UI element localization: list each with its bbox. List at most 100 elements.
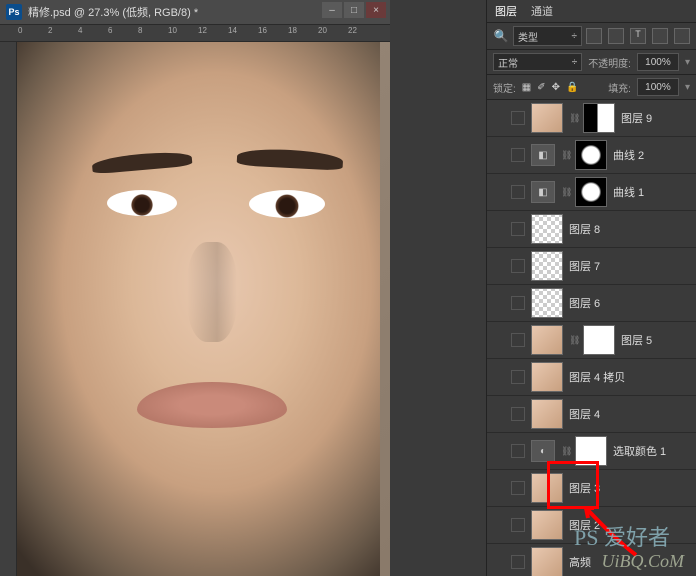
visibility-toggle[interactable] bbox=[491, 407, 505, 421]
layer-hp[interactable]: 高频 bbox=[487, 544, 696, 576]
link-box[interactable] bbox=[511, 185, 525, 199]
layer-name[interactable]: 选取颜色 1 bbox=[613, 443, 666, 459]
layer-l5[interactable]: ⛓ 图层 5 bbox=[487, 322, 696, 359]
layer-mask-thumbnail[interactable] bbox=[575, 436, 607, 466]
link-box[interactable] bbox=[511, 555, 525, 569]
link-box[interactable] bbox=[511, 407, 525, 421]
titlebar: Ps 精修.psd @ 27.3% (低频, RGB/8) * – □ × bbox=[0, 0, 390, 24]
visibility-toggle[interactable] bbox=[491, 111, 505, 125]
opacity-value[interactable]: 100% bbox=[637, 53, 679, 71]
visibility-toggle[interactable] bbox=[491, 296, 505, 310]
minimize-button[interactable]: – bbox=[322, 2, 342, 18]
layer-thumbnail[interactable] bbox=[531, 103, 563, 133]
layer-thumbnail[interactable] bbox=[531, 362, 563, 392]
link-box[interactable] bbox=[511, 518, 525, 532]
visibility-toggle[interactable] bbox=[491, 370, 505, 384]
layer-mask-thumbnail[interactable] bbox=[583, 103, 615, 133]
canvas[interactable] bbox=[17, 42, 390, 576]
layer-name[interactable]: 曲线 1 bbox=[613, 184, 644, 200]
link-box[interactable] bbox=[511, 481, 525, 495]
layer-name[interactable]: 图层 8 bbox=[569, 221, 600, 237]
layer-name[interactable]: 图层 2 bbox=[569, 517, 600, 533]
link-box[interactable] bbox=[511, 296, 525, 310]
link-box[interactable] bbox=[511, 333, 525, 347]
layer-name[interactable]: 图层 4 bbox=[569, 406, 600, 422]
adjustment-icon: ◧ bbox=[531, 181, 555, 203]
ruler-vertical bbox=[0, 42, 17, 576]
layer-mask-thumbnail[interactable] bbox=[583, 325, 615, 355]
layer-l9[interactable]: ⛓ 图层 9 bbox=[487, 100, 696, 137]
layer-mask-thumbnail[interactable] bbox=[575, 177, 607, 207]
layer-l3[interactable]: 图层 3 bbox=[487, 470, 696, 507]
mask-link-icon[interactable]: ⛓ bbox=[569, 113, 577, 124]
layer-l4[interactable]: 图层 4 bbox=[487, 396, 696, 433]
visibility-toggle[interactable] bbox=[491, 148, 505, 162]
maximize-button[interactable]: □ bbox=[344, 2, 364, 18]
search-icon[interactable]: 🔍 bbox=[493, 28, 509, 44]
blend-mode-select[interactable]: 正常÷ bbox=[493, 53, 582, 71]
mask-link-icon[interactable]: ⛓ bbox=[561, 446, 569, 457]
document-title: 精修.psd @ 27.3% (低频, RGB/8) * bbox=[28, 4, 198, 20]
layer-name[interactable]: 图层 4 拷贝 bbox=[569, 369, 625, 385]
lock-all-icon[interactable]: 🔒 bbox=[566, 82, 578, 93]
opacity-label: 不透明度: bbox=[588, 55, 631, 70]
link-box[interactable] bbox=[511, 259, 525, 273]
layer-thumbnail[interactable] bbox=[531, 399, 563, 429]
layer-thumbnail[interactable] bbox=[531, 288, 563, 318]
tab-channels[interactable]: 通道 bbox=[531, 3, 553, 19]
filter-type-select[interactable]: 类型 ÷ bbox=[513, 26, 582, 46]
filter-smart-icon[interactable] bbox=[674, 28, 690, 44]
layer-name[interactable]: 图层 6 bbox=[569, 295, 600, 311]
layer-thumbnail[interactable] bbox=[531, 214, 563, 244]
visibility-toggle[interactable] bbox=[491, 259, 505, 273]
fill-value[interactable]: 100% bbox=[637, 78, 679, 96]
mask-link-icon[interactable]: ⛓ bbox=[561, 150, 569, 161]
layer-c2[interactable]: ◧⛓曲线 2 bbox=[487, 137, 696, 174]
layer-mask-thumbnail[interactable] bbox=[575, 140, 607, 170]
visibility-toggle[interactable] bbox=[491, 185, 505, 199]
lock-move-icon[interactable]: ✥ bbox=[552, 82, 560, 93]
layer-thumbnail[interactable] bbox=[531, 547, 563, 576]
layer-name[interactable]: 高频 bbox=[569, 554, 591, 570]
layer-name[interactable]: 图层 9 bbox=[621, 110, 652, 126]
link-box[interactable] bbox=[511, 370, 525, 384]
tab-layers[interactable]: 图层 bbox=[495, 3, 517, 19]
link-box[interactable] bbox=[511, 111, 525, 125]
link-box[interactable] bbox=[511, 444, 525, 458]
app-icon: Ps bbox=[6, 4, 22, 20]
layer-l8[interactable]: 图层 8 bbox=[487, 211, 696, 248]
layer-name[interactable]: 曲线 2 bbox=[613, 147, 644, 163]
visibility-toggle[interactable] bbox=[491, 444, 505, 458]
layers-panel: 图层 通道 🔍 类型 ÷ T 正常÷ 不透明度: 100% ▾ 锁定: ▦ ✐ … bbox=[486, 0, 696, 576]
lock-trans-icon[interactable]: ▦ bbox=[522, 82, 531, 93]
mask-link-icon[interactable]: ⛓ bbox=[561, 187, 569, 198]
visibility-toggle[interactable] bbox=[491, 555, 505, 569]
layer-l6[interactable]: 图层 6 bbox=[487, 285, 696, 322]
layer-l4c[interactable]: 图层 4 拷贝 bbox=[487, 359, 696, 396]
layer-l7[interactable]: 图层 7 bbox=[487, 248, 696, 285]
filter-pixel-icon[interactable] bbox=[586, 28, 602, 44]
visibility-toggle[interactable] bbox=[491, 481, 505, 495]
link-box[interactable] bbox=[511, 148, 525, 162]
visibility-toggle[interactable] bbox=[491, 518, 505, 532]
close-button[interactable]: × bbox=[366, 2, 386, 18]
visibility-toggle[interactable] bbox=[491, 222, 505, 236]
layer-thumbnail[interactable] bbox=[531, 510, 563, 540]
layer-thumbnail[interactable] bbox=[531, 251, 563, 281]
filter-type-icon[interactable]: T bbox=[630, 28, 646, 44]
layer-name[interactable]: 图层 5 bbox=[621, 332, 652, 348]
layer-l2[interactable]: 图层 2 bbox=[487, 507, 696, 544]
layer-name[interactable]: 图层 3 bbox=[569, 480, 600, 496]
lock-paint-icon[interactable]: ✐ bbox=[537, 82, 545, 93]
canvas-image bbox=[17, 42, 380, 576]
layer-c1[interactable]: ◧ ⛓ 曲线 1 bbox=[487, 174, 696, 211]
filter-adjust-icon[interactable] bbox=[608, 28, 624, 44]
filter-shape-icon[interactable] bbox=[652, 28, 668, 44]
mask-link-icon[interactable]: ⛓ bbox=[569, 335, 577, 346]
layer-sc1[interactable]: ◐⛓选取颜色 1 bbox=[487, 433, 696, 470]
layer-name[interactable]: 图层 7 bbox=[569, 258, 600, 274]
link-box[interactable] bbox=[511, 222, 525, 236]
layer-thumbnail[interactable] bbox=[531, 473, 563, 503]
layer-thumbnail[interactable] bbox=[531, 325, 563, 355]
visibility-toggle[interactable] bbox=[491, 333, 505, 347]
